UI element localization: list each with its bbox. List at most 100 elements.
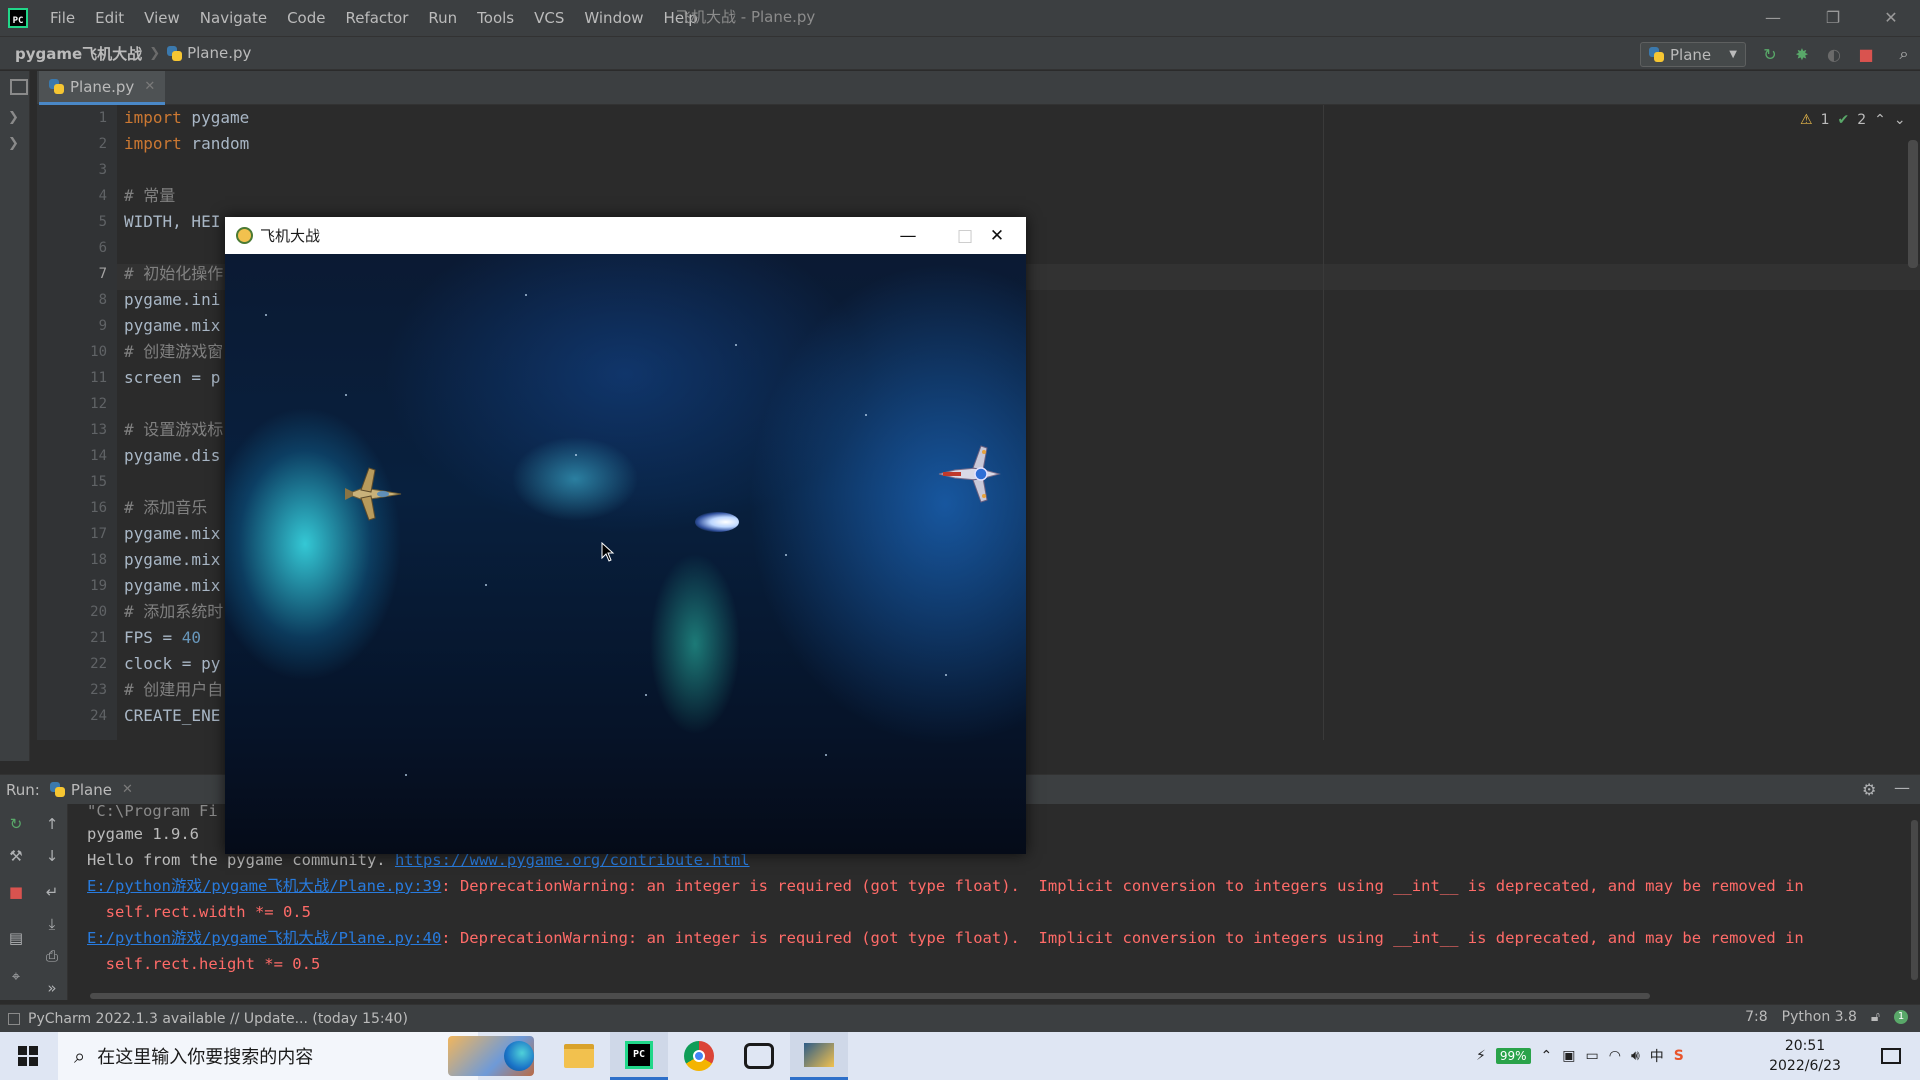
game-window[interactable]: 飞机大战 — □ ✕ — [225, 217, 1026, 854]
menu-window[interactable]: Window — [574, 0, 653, 36]
menu-vcs[interactable]: VCS — [524, 0, 574, 36]
rerun-icon[interactable]: ↻ — [6, 814, 26, 834]
breadcrumb-file[interactable]: Plane.py — [167, 44, 251, 62]
chevron-up-icon[interactable]: ⌃ — [1874, 112, 1886, 128]
code-line: FPS = 40 — [124, 625, 201, 651]
print-icon[interactable]: ⎙ — [42, 946, 62, 966]
menu-tools[interactable]: Tools — [467, 0, 524, 36]
charging-icon[interactable]: ⚡ — [1476, 1048, 1486, 1064]
taskbar-clock[interactable]: 20:51 2022/6/23 — [1768, 1036, 1842, 1076]
restore-button[interactable]: ❐ — [1808, 0, 1858, 34]
caret-position[interactable]: 7:8 — [1745, 1009, 1768, 1025]
code-text: pygame — [181, 108, 250, 127]
game-canvas[interactable] — [225, 254, 1026, 854]
menu-file[interactable]: File — [40, 0, 85, 36]
line-number: 11 — [90, 370, 107, 386]
console-horizontal-scrollbar[interactable] — [90, 993, 1650, 999]
menu-run[interactable]: Run — [418, 0, 467, 36]
game-window-titlebar[interactable]: 飞机大战 — □ ✕ — [225, 217, 1026, 254]
tab-close-icon[interactable]: ✕ — [144, 79, 155, 94]
notifications-icon[interactable]: 1 — [1894, 1010, 1908, 1024]
breadcrumb-project[interactable]: pygame飞机大战 — [15, 43, 142, 64]
stop-icon[interactable]: ■ — [6, 882, 26, 902]
pin-icon[interactable]: ⌖ — [6, 966, 26, 986]
panel-toggle-icon[interactable] — [8, 1012, 20, 1025]
scroll-to-end-icon[interactable]: ⤓ — [42, 914, 62, 934]
battery-icon[interactable]: ▭ — [1585, 1048, 1598, 1064]
console-vertical-scrollbar[interactable] — [1911, 820, 1918, 980]
menu-refactor[interactable]: Refactor — [335, 0, 418, 36]
run-tab-plane[interactable]: Plane ✕ — [49, 781, 133, 799]
taskbar-bilibili[interactable] — [730, 1032, 788, 1080]
volume-icon[interactable]: 🔊︎ — [1631, 1048, 1640, 1064]
line-number: 22 — [90, 656, 107, 672]
python-file-icon — [49, 79, 64, 94]
console-file-link[interactable]: E:/python游戏/pygame飞机大战/Plane.py:39 — [87, 877, 441, 895]
game-minimize-button[interactable]: — — [879, 217, 937, 254]
tree-expand-icon[interactable]: ❯ — [8, 136, 19, 151]
security-icon[interactable]: ▣ — [1562, 1048, 1575, 1064]
taskbar-pycharm[interactable]: PC — [610, 1032, 668, 1080]
status-message[interactable]: PyCharm 2022.1.3 available // Update... … — [8, 1011, 408, 1027]
inspection-widget[interactable]: ⚠ 1 ✔ 2 ⌃ ⌄ — [1800, 112, 1906, 128]
edge-icon — [504, 1041, 534, 1071]
enemy-plane — [938, 445, 1001, 503]
player-plane — [345, 467, 402, 521]
star — [785, 554, 787, 556]
line-number: 2 — [98, 136, 107, 152]
rerun-icon[interactable]: ↻ — [1760, 44, 1780, 64]
lock-icon[interactable]: 🔓︎ — [1871, 1009, 1880, 1025]
taskbar-pygame-window[interactable] — [790, 1032, 848, 1080]
line-number: 17 — [90, 526, 107, 542]
star — [575, 454, 577, 456]
line-number: 8 — [98, 292, 107, 308]
tab-plane-py[interactable]: Plane.py ✕ — [39, 71, 166, 105]
project-panel-icon[interactable] — [10, 79, 28, 95]
search-everywhere-icon[interactable]: ⌕ — [1894, 44, 1914, 64]
status-message-text: PyCharm 2022.1.3 available // Update... … — [28, 1010, 408, 1027]
taskbar-file-explorer[interactable] — [550, 1032, 608, 1080]
soft-wrap-icon[interactable]: ↵ — [42, 882, 62, 902]
pycharm-icon: PC — [625, 1040, 653, 1069]
menu-navigate[interactable]: Navigate — [190, 0, 277, 36]
wifi-icon[interactable]: ◠ — [1609, 1048, 1621, 1064]
arrow-down-icon[interactable]: ↓ — [42, 846, 62, 866]
action-center-button[interactable] — [1862, 1032, 1920, 1080]
coverage-icon[interactable]: ◐ — [1824, 44, 1844, 64]
star — [345, 394, 347, 396]
layout-icon[interactable]: ▤ — [6, 928, 26, 948]
show-hidden-icons-chevron-icon[interactable]: ⌃ — [1541, 1048, 1553, 1064]
taskbar-chrome[interactable] — [670, 1032, 728, 1080]
code-line: import random — [124, 131, 249, 157]
tab-close-icon[interactable]: ✕ — [122, 782, 133, 797]
editor-scrollbar[interactable] — [1908, 140, 1918, 268]
close-button[interactable]: ✕ — [1866, 0, 1916, 34]
wrench-icon[interactable]: ⚒ — [6, 846, 26, 866]
settings-gear-icon[interactable]: ⚙ — [1862, 780, 1876, 799]
arrow-up-icon[interactable]: ↑ — [42, 814, 62, 834]
taskbar-edge-browser[interactable] — [490, 1032, 548, 1080]
chevron-down-icon: ▼ — [1729, 49, 1737, 60]
windows-start-button[interactable] — [0, 1032, 56, 1080]
ime-indicator[interactable]: 中 — [1650, 1046, 1664, 1066]
menu-edit[interactable]: Edit — [85, 0, 134, 36]
menu-code[interactable]: Code — [277, 0, 335, 36]
line-number: 13 — [90, 422, 107, 438]
line-number: 16 — [90, 500, 107, 516]
tree-expand-icon[interactable]: ❯ — [8, 110, 19, 125]
hide-panel-icon[interactable]: — — [1894, 778, 1910, 797]
stop-icon[interactable]: ■ — [1856, 44, 1876, 64]
interpreter-label[interactable]: Python 3.8 — [1782, 1009, 1857, 1025]
run-configuration-select[interactable]: Plane ▼ — [1640, 42, 1746, 67]
console-file-link[interactable]: E:/python游戏/pygame飞机大战/Plane.py:40 — [87, 929, 441, 947]
menu-view[interactable]: View — [134, 0, 190, 36]
game-close-button[interactable]: ✕ — [968, 217, 1026, 254]
taskbar: ⌕ 在这里输入你要搜索的内容 PC ⚡ 99% ⌃ ▣ ▭ ◠ 🔊︎ 中 S 2… — [0, 1032, 1920, 1080]
more-icon[interactable]: » — [42, 978, 62, 998]
battery-percent[interactable]: 99% — [1495, 1048, 1531, 1064]
sogou-ime-icon[interactable]: S — [1674, 1048, 1684, 1064]
debug-icon[interactable]: ✸ — [1792, 44, 1812, 64]
taskbar-search-input[interactable]: ⌕ 在这里输入你要搜索的内容 — [58, 1032, 534, 1080]
chevron-down-icon[interactable]: ⌄ — [1894, 112, 1906, 128]
minimize-button[interactable]: — — [1748, 0, 1798, 34]
